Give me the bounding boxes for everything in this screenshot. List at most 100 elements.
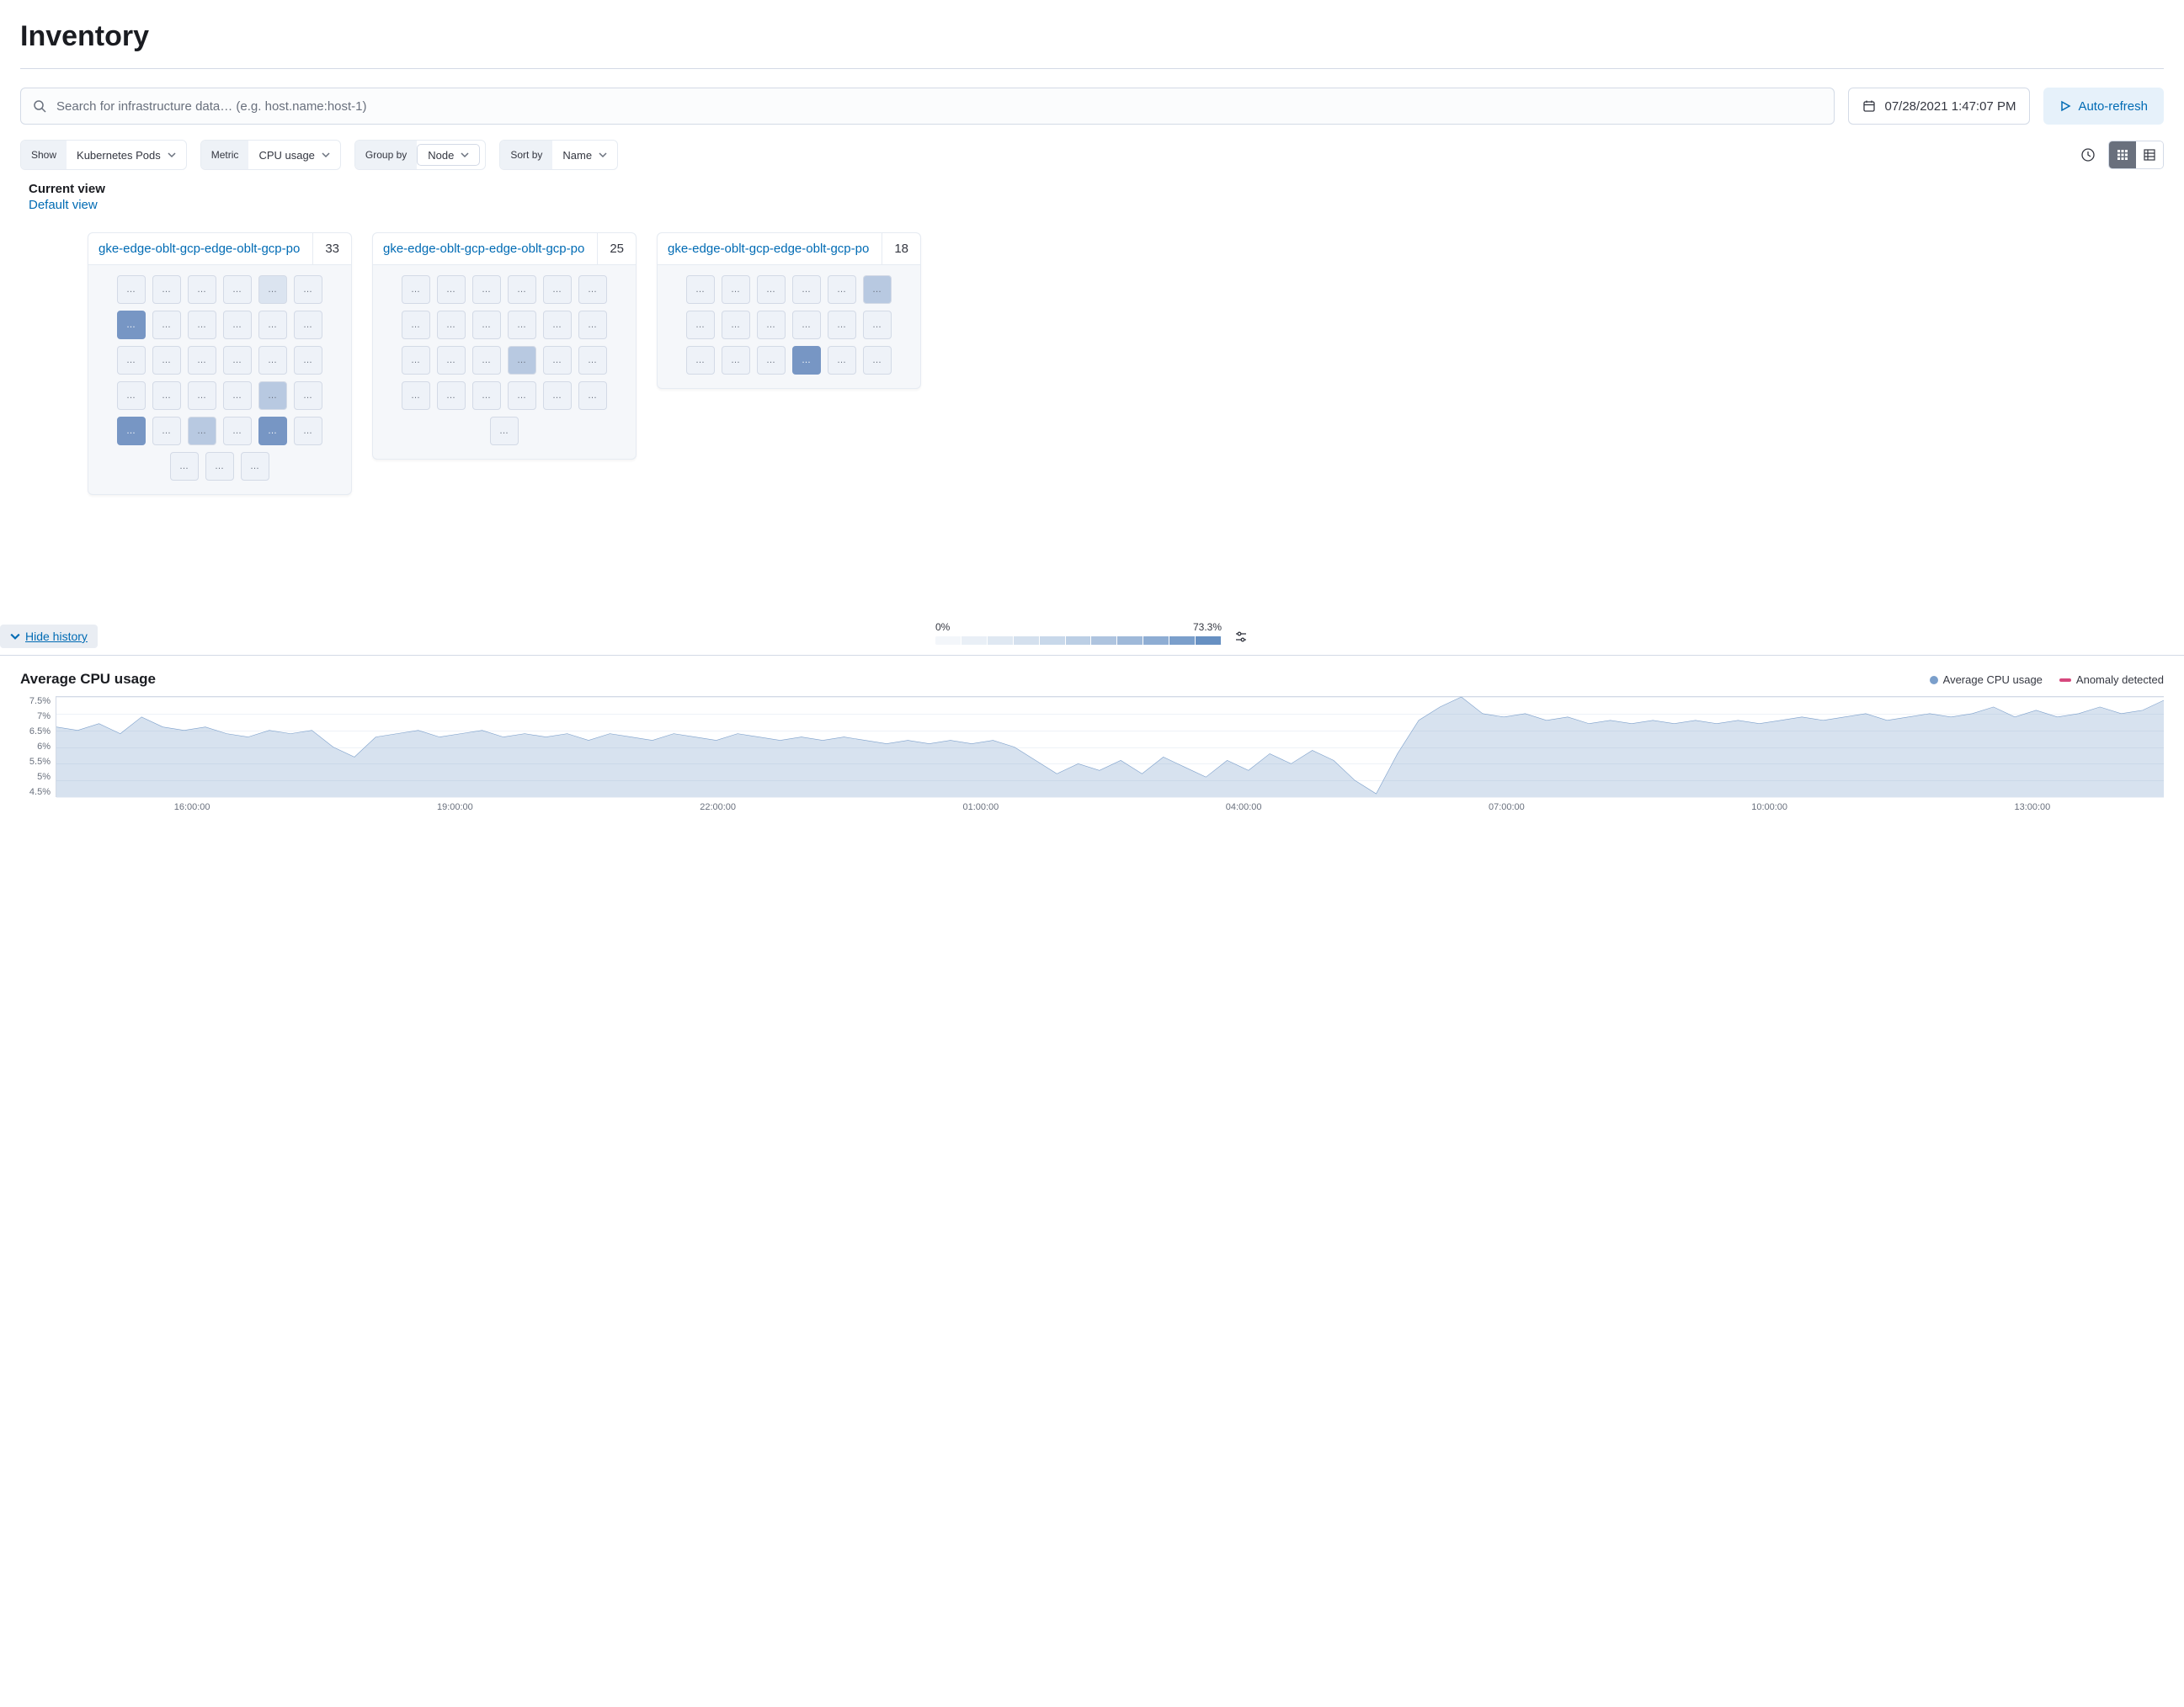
pod-cell[interactable]: … <box>258 346 287 375</box>
pod-cell[interactable]: … <box>578 381 607 410</box>
pod-cell[interactable]: … <box>828 346 856 375</box>
pod-cell[interactable]: … <box>490 417 519 445</box>
pod-cell[interactable]: … <box>437 311 466 339</box>
pod-cell[interactable]: … <box>188 417 216 445</box>
pod-cell[interactable]: … <box>223 275 252 304</box>
filter-metric-value[interactable]: CPU usage <box>248 141 339 169</box>
pod-cell[interactable]: … <box>152 346 181 375</box>
pod-cell[interactable]: … <box>258 311 287 339</box>
pod-cell[interactable]: … <box>117 275 146 304</box>
group-title[interactable]: gke-edge-oblt-gcp-edge-oblt-gcp-po <box>658 233 882 264</box>
pod-cell[interactable]: … <box>508 275 536 304</box>
pod-cell[interactable]: … <box>152 275 181 304</box>
filter-sortby-value[interactable]: Name <box>552 141 617 169</box>
pod-cell[interactable]: … <box>402 346 430 375</box>
pod-cell[interactable]: … <box>188 275 216 304</box>
pod-cell[interactable]: … <box>757 346 786 375</box>
pod-cell[interactable]: … <box>437 381 466 410</box>
pod-cell[interactable]: … <box>722 346 750 375</box>
date-picker[interactable]: 07/28/2021 1:47:07 PM <box>1848 88 2030 125</box>
pod-cell[interactable]: … <box>188 346 216 375</box>
pod-cell[interactable]: … <box>543 311 572 339</box>
pod-cell[interactable]: … <box>757 275 786 304</box>
pod-cell[interactable]: … <box>578 311 607 339</box>
pod-cell[interactable]: … <box>863 346 892 375</box>
pod-cell[interactable]: … <box>543 381 572 410</box>
filter-metric[interactable]: Metric CPU usage <box>200 140 341 170</box>
pod-cell[interactable]: … <box>294 311 322 339</box>
pod-cell[interactable]: … <box>792 346 821 375</box>
chart-legend-item[interactable]: Average CPU usage <box>1930 673 2043 686</box>
pod-cell[interactable]: … <box>402 381 430 410</box>
pod-cell[interactable]: … <box>188 381 216 410</box>
show-history-icon-button[interactable] <box>2075 141 2101 168</box>
auto-refresh-button[interactable]: Auto-refresh <box>2043 88 2164 125</box>
filter-groupby-value[interactable]: Node <box>417 144 480 166</box>
pod-cell[interactable]: … <box>294 381 322 410</box>
chart-legend-item[interactable]: Anomaly detected <box>2059 673 2164 686</box>
pod-cell[interactable]: … <box>578 275 607 304</box>
pod-cell[interactable]: … <box>223 417 252 445</box>
pod-cell[interactable]: … <box>472 381 501 410</box>
pod-cell[interactable]: … <box>205 452 234 481</box>
pod-cell[interactable]: … <box>117 381 146 410</box>
pod-cell[interactable]: … <box>294 346 322 375</box>
pod-cell[interactable]: … <box>828 311 856 339</box>
pod-cell[interactable]: … <box>117 311 146 339</box>
pod-cell[interactable]: … <box>223 311 252 339</box>
chart-plot[interactable] <box>56 696 2164 797</box>
settings-icon[interactable] <box>1233 630 1249 645</box>
pod-cell[interactable]: … <box>508 311 536 339</box>
pod-cell[interactable]: … <box>437 346 466 375</box>
pod-cell[interactable]: … <box>863 311 892 339</box>
hide-history-button[interactable]: Hide history <box>0 625 98 648</box>
pod-cell[interactable]: … <box>792 275 821 304</box>
pod-cell[interactable]: … <box>472 275 501 304</box>
filter-groupby[interactable]: Group by Node <box>354 140 486 170</box>
group-title[interactable]: gke-edge-oblt-gcp-edge-oblt-gcp-po <box>88 233 312 264</box>
pod-cell[interactable]: … <box>241 452 269 481</box>
pod-cell[interactable]: … <box>722 311 750 339</box>
grid-view-button[interactable] <box>2109 141 2136 168</box>
pod-cell[interactable]: … <box>757 311 786 339</box>
group-title[interactable]: gke-edge-oblt-gcp-edge-oblt-gcp-po <box>373 233 597 264</box>
pod-cell[interactable]: … <box>686 311 715 339</box>
pod-cell[interactable]: … <box>686 346 715 375</box>
pod-cell[interactable]: … <box>294 417 322 445</box>
pod-cell[interactable]: … <box>258 417 287 445</box>
pod-cell[interactable]: … <box>402 311 430 339</box>
filter-show[interactable]: Show Kubernetes Pods <box>20 140 187 170</box>
pod-cell[interactable]: … <box>223 381 252 410</box>
pod-cell[interactable]: … <box>578 346 607 375</box>
pod-cell[interactable]: … <box>543 275 572 304</box>
filter-sortby[interactable]: Sort by Name <box>499 140 618 170</box>
pod-cell[interactable]: … <box>722 275 750 304</box>
pod-cell[interactable]: … <box>402 275 430 304</box>
pod-cell[interactable]: … <box>152 311 181 339</box>
pod-cell[interactable]: … <box>258 381 287 410</box>
pod-cell[interactable]: … <box>828 275 856 304</box>
search-input-wrap[interactable] <box>20 88 1835 125</box>
pod-cell[interactable]: … <box>152 417 181 445</box>
filter-show-value[interactable]: Kubernetes Pods <box>67 141 186 169</box>
pod-cell[interactable]: … <box>117 346 146 375</box>
pod-cell[interactable]: … <box>472 311 501 339</box>
search-input[interactable] <box>55 98 1822 114</box>
pod-cell[interactable]: … <box>508 381 536 410</box>
pod-cell[interactable]: … <box>223 346 252 375</box>
pod-cell[interactable]: … <box>863 275 892 304</box>
default-view-link[interactable]: Default view <box>29 198 2164 212</box>
pod-cell[interactable]: … <box>170 452 199 481</box>
pod-cell[interactable]: … <box>472 346 501 375</box>
table-view-button[interactable] <box>2136 141 2163 168</box>
pod-cell[interactable]: … <box>294 275 322 304</box>
pod-cell[interactable]: … <box>117 417 146 445</box>
pod-cell[interactable]: … <box>792 311 821 339</box>
pod-cell[interactable]: … <box>258 275 287 304</box>
pod-cell[interactable]: … <box>543 346 572 375</box>
pod-cell[interactable]: … <box>508 346 536 375</box>
pod-cell[interactable]: … <box>686 275 715 304</box>
pod-cell[interactable]: … <box>152 381 181 410</box>
pod-cell[interactable]: … <box>188 311 216 339</box>
pod-cell[interactable]: … <box>437 275 466 304</box>
